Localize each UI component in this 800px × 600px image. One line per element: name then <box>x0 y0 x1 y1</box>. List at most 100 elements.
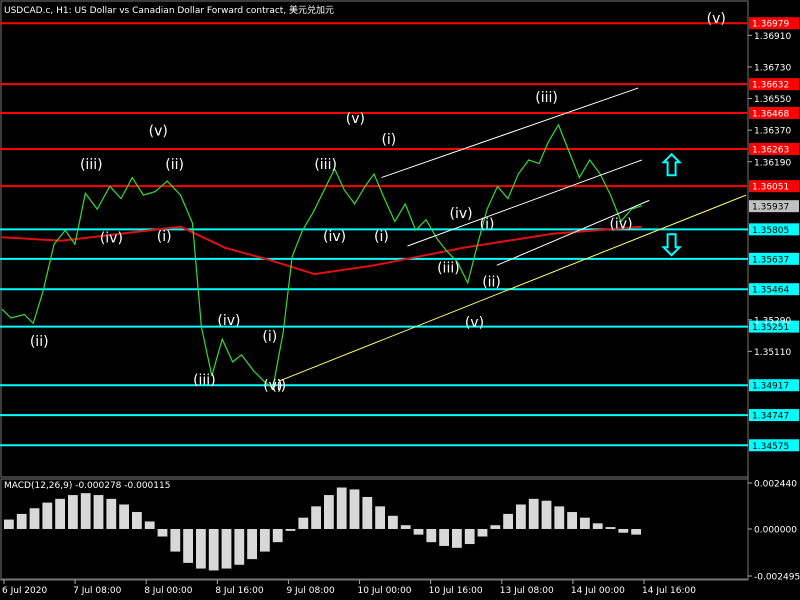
macd-bar <box>234 528 245 565</box>
wave-label: (i) <box>271 378 286 394</box>
current-price-label: 1.35937 <box>752 203 789 213</box>
macd-bar <box>490 525 501 529</box>
macd-bar <box>618 528 629 533</box>
macd-bar <box>400 525 411 529</box>
macd-bar <box>196 528 206 569</box>
wave-label: (i) <box>157 229 172 245</box>
wave-label: (iii) <box>80 157 103 173</box>
macd-bar <box>580 517 590 529</box>
wave-label: (i) <box>262 329 277 345</box>
wave-label: (iii) <box>437 260 460 276</box>
macd-tick-label: 0.002440 <box>754 480 797 490</box>
macd-bar <box>336 487 347 529</box>
macd-bar <box>477 528 488 537</box>
macd-bar <box>106 498 117 529</box>
price-tick-label: 1.36190 <box>754 158 791 168</box>
macd-bar <box>157 528 168 537</box>
price-level-label: 1.35637 <box>752 255 789 265</box>
price-tick-label: 1.35290 <box>754 316 791 326</box>
time-tick-label: 6 Jul 2020 <box>2 586 47 596</box>
price-level-label: 1.36051 <box>752 183 789 193</box>
price-level-label: 1.36263 <box>752 145 789 155</box>
wave-label: (ii) <box>165 157 184 173</box>
macd-bar <box>272 528 283 543</box>
price-tick-label: 1.36550 <box>754 95 791 105</box>
macd-bar <box>170 528 181 552</box>
macd-bar <box>247 528 257 560</box>
wave-label: (v) <box>346 111 365 127</box>
macd-bar <box>375 506 385 529</box>
macd-bar <box>208 528 219 571</box>
wave-label: (iii) <box>193 373 216 389</box>
macd-bar <box>388 515 398 529</box>
wave-label: (iv) <box>609 216 632 232</box>
price-level-label: 1.35805 <box>752 226 789 236</box>
wave-label: (i) <box>381 132 396 148</box>
macd-bar <box>260 528 270 552</box>
wave-label: (i) <box>374 229 389 245</box>
wave-label: (v) <box>149 123 168 139</box>
wave-label: (ii) <box>30 334 49 350</box>
wave-label: (iv) <box>100 231 123 247</box>
price-level-label: 1.34747 <box>752 412 789 422</box>
price-level-label: 1.36979 <box>752 20 789 30</box>
macd-bar <box>567 512 577 529</box>
macd-tick-label: 0.000000 <box>754 525 797 535</box>
macd-bar <box>144 521 155 529</box>
wave-label: (iv) <box>449 206 472 222</box>
wave-label: (iv) <box>323 229 346 245</box>
time-tick-label: 9 Jul 08:00 <box>286 586 335 596</box>
macd-bar <box>528 498 539 529</box>
macd-bar <box>439 528 449 546</box>
price-level-label: 1.34575 <box>752 442 789 452</box>
macd-bar <box>80 493 91 529</box>
macd-bar <box>221 528 232 569</box>
macd-bar <box>413 528 424 535</box>
time-tick-label: 10 Jul 00:00 <box>358 586 412 596</box>
macd-bar <box>541 500 552 529</box>
macd-bar <box>324 495 334 529</box>
price-level-label: 1.36632 <box>752 81 789 91</box>
macd-bar <box>285 528 296 531</box>
time-tick-label: 10 Jul 16:00 <box>429 586 483 596</box>
macd-bar <box>298 517 309 529</box>
macd-bar <box>311 506 321 529</box>
time-tick-label: 8 Jul 16:00 <box>215 586 264 596</box>
price-axis-labels: 1.36979 1.36632 1.36468 1.36263 1.36051 1.358… <box>748 17 799 452</box>
time-tick-label: 14 Jul 16:00 <box>642 586 696 596</box>
macd-label: MACD(12,26,9) -0.000278 -0.000115 <box>4 481 171 491</box>
macd-bar <box>362 496 373 529</box>
macd-bar <box>55 498 65 529</box>
price-tick-label: 1.35110 <box>754 348 791 358</box>
wave-label: (ii) <box>482 274 501 290</box>
macd-bar <box>119 504 129 529</box>
macd-bar <box>132 512 142 529</box>
price-level-label: 1.36468 <box>752 109 789 119</box>
wave-label: (iv) <box>217 313 240 329</box>
macd-bar <box>452 528 462 548</box>
price-level-label: 1.35464 <box>752 286 789 296</box>
macd-bar <box>554 506 565 529</box>
wave-label: (v) <box>707 11 726 27</box>
macd-tick-label: -0.002495 <box>754 573 800 583</box>
time-tick-label: 14 Jul 00:00 <box>571 586 625 596</box>
macd-bar <box>631 528 641 535</box>
price-chart: (v) (iii) (v) (v) (i) (iii) (ii) (iii) (iv) (i) (i… <box>0 0 800 600</box>
wave-label: (iii) <box>535 90 558 106</box>
time-tick-label: 7 Jul 08:00 <box>73 586 122 596</box>
price-level-label: 1.34917 <box>752 382 789 392</box>
price-tick-label: 1.36370 <box>754 127 791 137</box>
wave-label: (i) <box>480 216 495 232</box>
macd-bar <box>592 523 603 529</box>
macd-bar <box>93 495 104 529</box>
macd-bar <box>4 519 14 529</box>
wave-label: (iii) <box>314 157 337 173</box>
macd-bar <box>29 508 40 529</box>
price-tick-label: 1.36910 <box>754 32 791 42</box>
time-tick-label: 13 Jul 08:00 <box>500 586 554 596</box>
macd-bar <box>503 513 513 529</box>
time-tick-label: 8 Jul 00:00 <box>144 586 193 596</box>
wave-label: (v) <box>465 315 484 331</box>
macd-bar <box>349 489 360 529</box>
macd-bar <box>68 495 78 529</box>
